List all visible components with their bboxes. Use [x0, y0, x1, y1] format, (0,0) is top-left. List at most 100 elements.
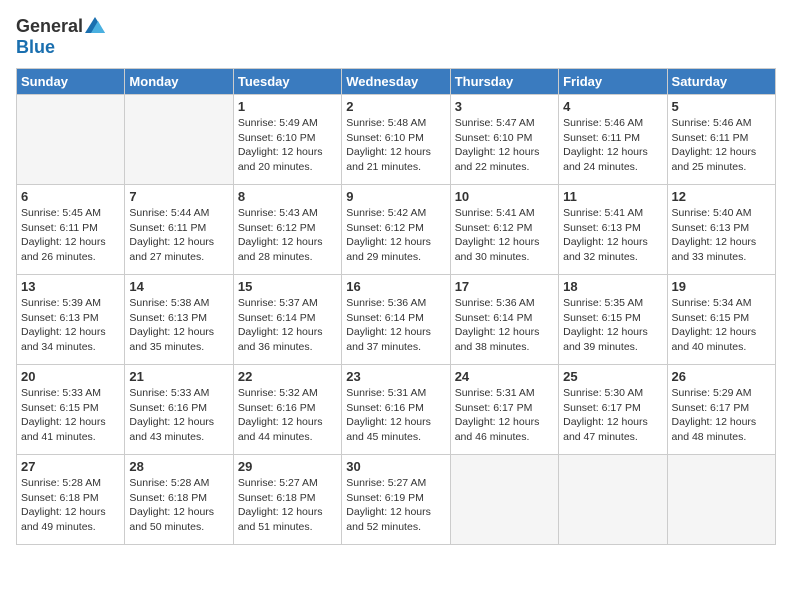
- day-detail: Sunrise: 5:41 AMSunset: 6:12 PMDaylight:…: [455, 206, 554, 265]
- logo-general-text: General: [16, 16, 83, 37]
- calendar-cell: 13 Sunrise: 5:39 AMSunset: 6:13 PMDayligh…: [17, 275, 125, 365]
- day-detail: Sunrise: 5:31 AMSunset: 6:17 PMDaylight:…: [455, 386, 554, 445]
- calendar-cell: 12 Sunrise: 5:40 AMSunset: 6:13 PMDayligh…: [667, 185, 775, 275]
- calendar-cell: [667, 455, 775, 545]
- day-detail: Sunrise: 5:34 AMSunset: 6:15 PMDaylight:…: [672, 296, 771, 355]
- day-detail: Sunrise: 5:32 AMSunset: 6:16 PMDaylight:…: [238, 386, 337, 445]
- calendar-cell: 18 Sunrise: 5:35 AMSunset: 6:15 PMDayligh…: [559, 275, 667, 365]
- calendar-cell: 22 Sunrise: 5:32 AMSunset: 6:16 PMDayligh…: [233, 365, 341, 455]
- day-detail: Sunrise: 5:28 AMSunset: 6:18 PMDaylight:…: [129, 476, 228, 535]
- day-number: 9: [346, 189, 445, 204]
- day-number: 19: [672, 279, 771, 294]
- calendar-cell: 24 Sunrise: 5:31 AMSunset: 6:17 PMDayligh…: [450, 365, 558, 455]
- day-number: 4: [563, 99, 662, 114]
- day-number: 26: [672, 369, 771, 384]
- column-header-sunday: Sunday: [17, 69, 125, 95]
- calendar-cell: 28Sunrise: 5:28 AMSunset: 6:18 PMDayligh…: [125, 455, 233, 545]
- day-detail: Sunrise: 5:45 AMSunset: 6:11 PMDaylight:…: [21, 206, 120, 265]
- calendar-cell: 25Sunrise: 5:30 AMSunset: 6:17 PMDayligh…: [559, 365, 667, 455]
- day-detail: Sunrise: 5:29 AMSunset: 6:17 PMDaylight:…: [672, 386, 771, 445]
- day-number: 6: [21, 189, 120, 204]
- logo-icon: [85, 17, 105, 33]
- logo-blue-text: Blue: [16, 37, 55, 58]
- day-number: 1: [238, 99, 337, 114]
- calendar-cell: 8 Sunrise: 5:43 AMSunset: 6:12 PMDaylight…: [233, 185, 341, 275]
- calendar-cell: 10Sunrise: 5:41 AMSunset: 6:12 PMDayligh…: [450, 185, 558, 275]
- column-header-thursday: Thursday: [450, 69, 558, 95]
- day-number: 11: [563, 189, 662, 204]
- calendar-cell: 11 Sunrise: 5:41 AMSunset: 6:13 PMDayligh…: [559, 185, 667, 275]
- column-header-monday: Monday: [125, 69, 233, 95]
- day-number: 23: [346, 369, 445, 384]
- day-detail: Sunrise: 5:47 AMSunset: 6:10 PMDaylight:…: [455, 116, 554, 175]
- day-number: 17: [455, 279, 554, 294]
- calendar-cell: 2 Sunrise: 5:48 AMSunset: 6:10 PMDaylight…: [342, 95, 450, 185]
- day-number: 21: [129, 369, 228, 384]
- calendar-cell: 1 Sunrise: 5:49 AMSunset: 6:10 PMDaylight…: [233, 95, 341, 185]
- week-row-2: 6 Sunrise: 5:45 AMSunset: 6:11 PMDaylight…: [17, 185, 776, 275]
- day-number: 24: [455, 369, 554, 384]
- day-detail: Sunrise: 5:41 AMSunset: 6:13 PMDaylight:…: [563, 206, 662, 265]
- day-detail: Sunrise: 5:28 AMSunset: 6:18 PMDaylight:…: [21, 476, 120, 535]
- calendar-cell: [125, 95, 233, 185]
- day-number: 15: [238, 279, 337, 294]
- column-header-tuesday: Tuesday: [233, 69, 341, 95]
- calendar-cell: 14 Sunrise: 5:38 AMSunset: 6:13 PMDayligh…: [125, 275, 233, 365]
- day-number: 2: [346, 99, 445, 114]
- day-number: 14: [129, 279, 228, 294]
- calendar-cell: [450, 455, 558, 545]
- day-number: 16: [346, 279, 445, 294]
- calendar-cell: [559, 455, 667, 545]
- day-detail: Sunrise: 5:36 AMSunset: 6:14 PMDaylight:…: [346, 296, 445, 355]
- day-number: 3: [455, 99, 554, 114]
- day-detail: Sunrise: 5:38 AMSunset: 6:13 PMDaylight:…: [129, 296, 228, 355]
- day-detail: Sunrise: 5:27 AMSunset: 6:18 PMDaylight:…: [238, 476, 337, 535]
- calendar-cell: 15 Sunrise: 5:37 AMSunset: 6:14 PMDayligh…: [233, 275, 341, 365]
- calendar-cell: 19 Sunrise: 5:34 AMSunset: 6:15 PMDayligh…: [667, 275, 775, 365]
- week-row-1: 1 Sunrise: 5:49 AMSunset: 6:10 PMDaylight…: [17, 95, 776, 185]
- calendar-cell: 29 Sunrise: 5:27 AMSunset: 6:18 PMDayligh…: [233, 455, 341, 545]
- day-detail: Sunrise: 5:46 AMSunset: 6:11 PMDaylight:…: [563, 116, 662, 175]
- week-row-4: 20Sunrise: 5:33 AMSunset: 6:15 PMDayligh…: [17, 365, 776, 455]
- day-detail: Sunrise: 5:39 AMSunset: 6:13 PMDaylight:…: [21, 296, 120, 355]
- logo: General Blue: [16, 16, 105, 58]
- day-detail: Sunrise: 5:33 AMSunset: 6:15 PMDaylight:…: [21, 386, 120, 445]
- day-detail: Sunrise: 5:37 AMSunset: 6:14 PMDaylight:…: [238, 296, 337, 355]
- column-header-friday: Friday: [559, 69, 667, 95]
- calendar-cell: 27Sunrise: 5:28 AMSunset: 6:18 PMDayligh…: [17, 455, 125, 545]
- calendar-cell: 3 Sunrise: 5:47 AMSunset: 6:10 PMDaylight…: [450, 95, 558, 185]
- calendar-header-row: SundayMondayTuesdayWednesdayThursdayFrid…: [17, 69, 776, 95]
- day-detail: Sunrise: 5:31 AMSunset: 6:16 PMDaylight:…: [346, 386, 445, 445]
- calendar-cell: 9Sunrise: 5:42 AMSunset: 6:12 PMDaylight…: [342, 185, 450, 275]
- day-number: 12: [672, 189, 771, 204]
- calendar-cell: 21 Sunrise: 5:33 AMSunset: 6:16 PMDayligh…: [125, 365, 233, 455]
- day-number: 22: [238, 369, 337, 384]
- day-number: 8: [238, 189, 337, 204]
- calendar-cell: 5Sunrise: 5:46 AMSunset: 6:11 PMDaylight…: [667, 95, 775, 185]
- day-number: 18: [563, 279, 662, 294]
- day-detail: Sunrise: 5:33 AMSunset: 6:16 PMDaylight:…: [129, 386, 228, 445]
- calendar-cell: 4 Sunrise: 5:46 AMSunset: 6:11 PMDaylight…: [559, 95, 667, 185]
- day-number: 29: [238, 459, 337, 474]
- calendar-cell: 6 Sunrise: 5:45 AMSunset: 6:11 PMDaylight…: [17, 185, 125, 275]
- day-detail: Sunrise: 5:40 AMSunset: 6:13 PMDaylight:…: [672, 206, 771, 265]
- day-detail: Sunrise: 5:43 AMSunset: 6:12 PMDaylight:…: [238, 206, 337, 265]
- day-detail: Sunrise: 5:48 AMSunset: 6:10 PMDaylight:…: [346, 116, 445, 175]
- day-number: 5: [672, 99, 771, 114]
- week-row-3: 13 Sunrise: 5:39 AMSunset: 6:13 PMDayligh…: [17, 275, 776, 365]
- day-detail: Sunrise: 5:30 AMSunset: 6:17 PMDaylight:…: [563, 386, 662, 445]
- day-detail: Sunrise: 5:27 AMSunset: 6:19 PMDaylight:…: [346, 476, 445, 535]
- day-detail: Sunrise: 5:35 AMSunset: 6:15 PMDaylight:…: [563, 296, 662, 355]
- week-row-5: 27Sunrise: 5:28 AMSunset: 6:18 PMDayligh…: [17, 455, 776, 545]
- day-detail: Sunrise: 5:44 AMSunset: 6:11 PMDaylight:…: [129, 206, 228, 265]
- calendar-body: 1 Sunrise: 5:49 AMSunset: 6:10 PMDaylight…: [17, 95, 776, 545]
- day-detail: Sunrise: 5:49 AMSunset: 6:10 PMDaylight:…: [238, 116, 337, 175]
- day-number: 30: [346, 459, 445, 474]
- calendar-cell: 7Sunrise: 5:44 AMSunset: 6:11 PMDaylight…: [125, 185, 233, 275]
- column-header-wednesday: Wednesday: [342, 69, 450, 95]
- column-header-saturday: Saturday: [667, 69, 775, 95]
- calendar-cell: 16 Sunrise: 5:36 AMSunset: 6:14 PMDayligh…: [342, 275, 450, 365]
- page-header: General Blue: [16, 16, 776, 58]
- day-number: 13: [21, 279, 120, 294]
- day-detail: Sunrise: 5:36 AMSunset: 6:14 PMDaylight:…: [455, 296, 554, 355]
